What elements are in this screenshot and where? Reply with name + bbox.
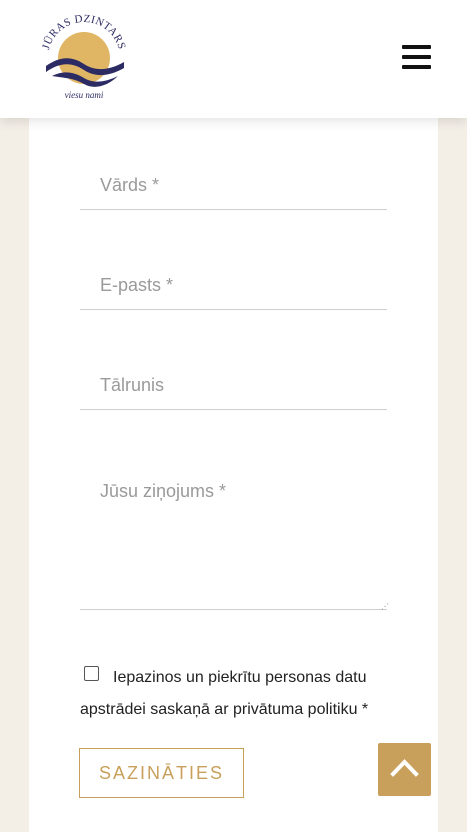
site-header: JŪRAS DZINTARS viesu nami: [0, 0, 467, 118]
logo[interactable]: JŪRAS DZINTARS viesu nami: [38, 12, 130, 104]
page: JŪRAS DZINTARS viesu nami ⋰ Iepazinos un…: [0, 0, 467, 832]
consent-checkbox[interactable]: [84, 666, 99, 681]
hamburger-icon[interactable]: [402, 42, 432, 72]
name-field[interactable]: [80, 162, 387, 210]
phone-field[interactable]: [80, 362, 387, 410]
logo-tagline: viesu nami: [65, 90, 104, 100]
back-to-top-button[interactable]: [378, 743, 431, 796]
consent-label: Iepazinos un piekrītu personas datu apst…: [80, 669, 369, 718]
message-field[interactable]: [80, 462, 387, 610]
chevron-up-icon: [390, 759, 419, 777]
email-field[interactable]: [80, 262, 387, 310]
resize-handle-icon[interactable]: ⋰: [381, 602, 389, 611]
submit-button[interactable]: SAZINĀTIES: [79, 748, 244, 798]
